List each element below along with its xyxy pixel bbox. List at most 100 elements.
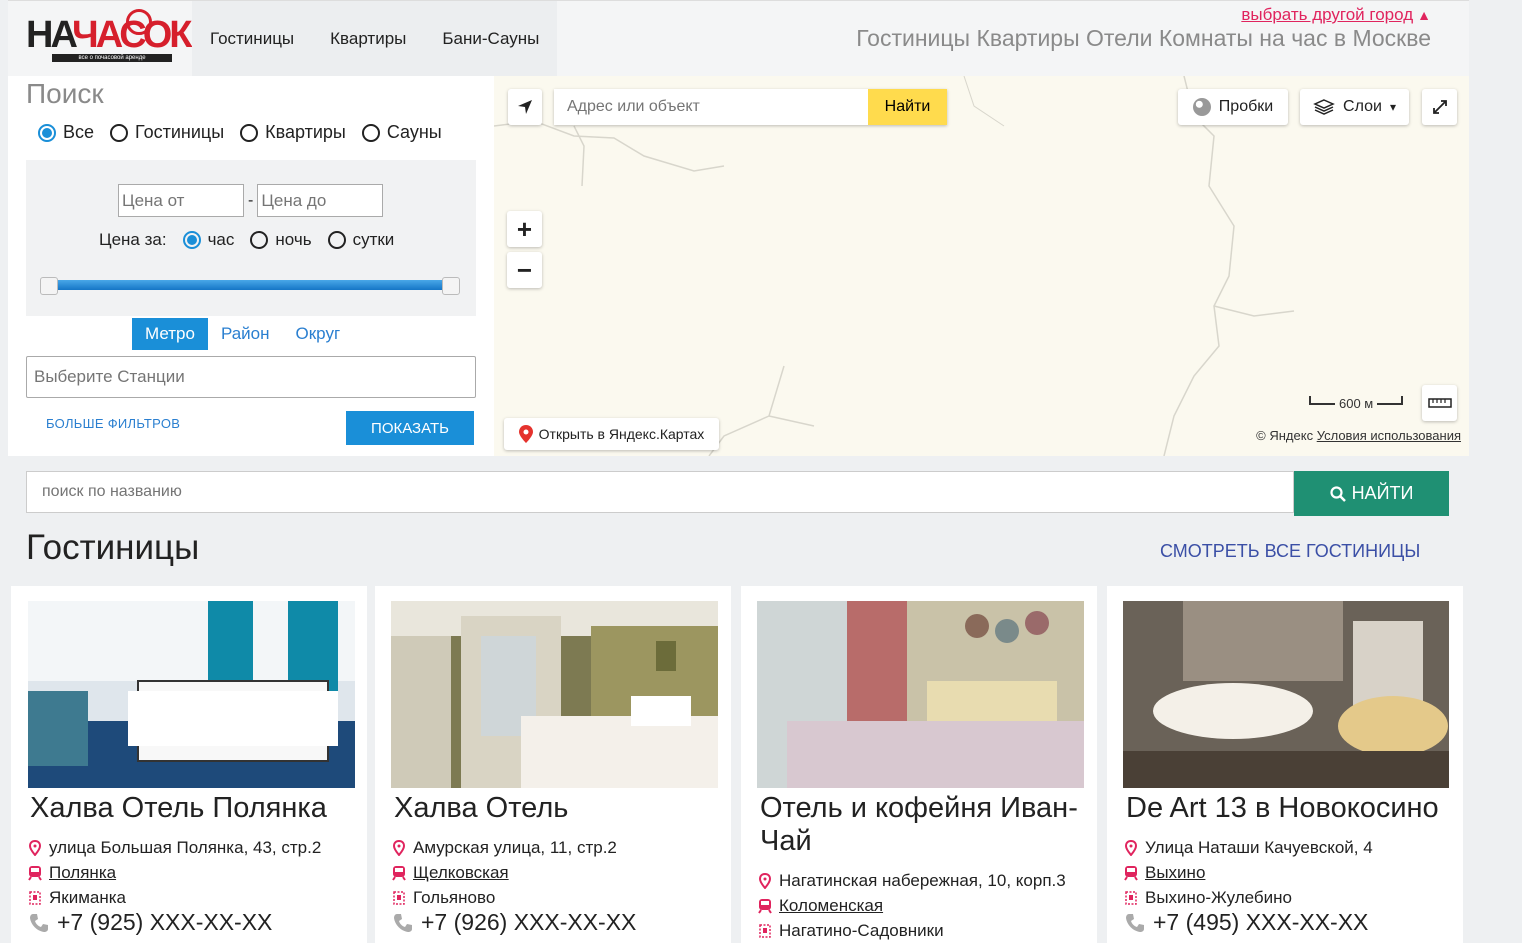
type-radio-saunas[interactable]: Сауны [361,122,442,143]
hotel-photo-image [391,601,718,788]
zoom-out-button[interactable]: − [507,252,542,288]
name-search-input[interactable] [26,471,1294,513]
phone-icon [1126,913,1144,932]
ruler-button[interactable] [1422,385,1457,421]
price-slider[interactable] [40,277,460,295]
slider-handle-min[interactable] [40,277,58,295]
map-find-button[interactable]: Найти [868,89,947,125]
district-icon [1125,891,1137,905]
hotel-name[interactable]: Халва Отель [394,792,724,825]
geolocation-button[interactable] [508,89,542,125]
hotel-metro-link[interactable]: Коломенская [779,896,883,916]
navigation-arrow-icon [518,100,532,114]
station-select[interactable] [26,356,476,398]
expand-icon [1432,100,1447,114]
more-filters-link[interactable]: БОЛЬШЕ ФИЛЬТРОВ [46,416,180,431]
hotel-phone[interactable]: +7 (926) XXX-XX-XX [392,909,636,936]
map-scale: 600 м [1309,396,1404,411]
hotel-photo[interactable] [391,601,718,788]
hotel-photo[interactable] [757,601,1084,788]
metro-train-icon [1124,866,1138,881]
per-radio-hour[interactable]: час [182,230,234,250]
alarm-clock-icon [126,9,152,35]
price-to-input[interactable] [257,184,384,217]
hotel-phone-text[interactable]: +7 (925) XXX-XX-XX [57,909,272,936]
scale-bar-right [1377,396,1404,405]
hotel-district-text: Гольяново [413,888,496,907]
terms-link[interactable]: Условия использования [1317,428,1461,443]
hotel-name[interactable]: Отель и кофейня Иван-Чай [760,792,1090,858]
tab-district[interactable]: Район [208,318,283,350]
price-dash: - [248,191,254,209]
nav-item-apartments[interactable]: Квартиры [312,1,424,77]
hotel-photo[interactable] [28,601,355,788]
open-in-yandex-button[interactable]: Открыть в Яндекс.Картах [504,418,719,450]
hotel-district-text: Выхино-Жулебино [1145,888,1292,907]
type-filter: Все Гостиницы Квартиры Сауны [38,122,442,143]
traffic-button[interactable]: Пробки [1178,89,1288,125]
site-logo[interactable]: НАЧАСОК все о почасовой аренде [26,9,192,62]
hotel-metro-link[interactable]: Выхино [1145,863,1205,883]
plus-icon: + [516,213,533,244]
map-address-input[interactable] [554,89,868,125]
radio-dot [250,231,269,249]
search-icon [1329,485,1346,502]
district-icon [29,891,41,905]
change-city-label: выбрать другой город [1241,5,1414,24]
map[interactable]: Найти Пробки Слои ▾ + − 600 м Открыть в … [494,76,1469,456]
hotel-address: Амурская улица, 11, стр.2 [392,838,617,858]
show-button[interactable]: ПОКАЗАТЬ [346,411,474,445]
price-from-input[interactable] [118,184,244,217]
radio-dot [38,123,56,142]
zoom-in-button[interactable]: + [507,211,542,247]
change-city-link[interactable]: выбрать другой город ▲ [1241,5,1431,25]
hotel-name[interactable]: Халва Отель Полянка [30,792,360,825]
hotel-address: улица Большая Полянка, 43, стр.2 [28,838,321,858]
hotel-phone-text[interactable]: +7 (926) XXX-XX-XX [421,909,636,936]
hotel-district: Нагатино-Садовники [758,921,944,941]
hotel-card[interactable]: Халва Отель Амурская улица, 11, стр.2 Ще… [375,586,731,943]
hotel-photo-image [757,601,1084,788]
hotel-district: Выхино-Жулебино [1124,888,1292,908]
location-pin-icon [392,840,406,856]
location-pin-icon [1124,840,1138,856]
hotel-card[interactable]: Халва Отель Полянка улица Большая Полянк… [11,586,367,943]
slider-handle-max[interactable] [442,277,460,295]
layers-button[interactable]: Слои ▾ [1300,89,1409,125]
per-radio-day[interactable]: сутки [327,230,395,250]
hotel-phone-text[interactable]: +7 (495) XXX-XX-XX [1153,909,1368,936]
layers-icon [1313,99,1335,115]
radio-dot [327,231,346,249]
hotel-photo-image [1123,601,1449,788]
hotel-card[interactable]: De Art 13 в Новокосино Улица Наташи Качу… [1107,586,1463,943]
hotel-phone[interactable]: +7 (495) XXX-XX-XX [1124,909,1368,936]
hotel-district-text: Нагатино-Садовники [779,921,944,940]
name-search-bar: НАЙТИ [8,456,1469,526]
type-label-saunas: Сауны [386,122,442,142]
metro-train-icon [28,866,42,881]
per-radio-night[interactable]: ночь [250,230,312,250]
hotel-card[interactable]: Отель и кофейня Иван-Чай Нагатинская наб… [741,586,1097,943]
name-search-button[interactable]: НАЙТИ [1294,471,1449,516]
ruler-icon [1427,398,1452,408]
location-pin-icon [758,873,772,889]
hotel-metro-link[interactable]: Щелковская [413,863,509,883]
tab-okrug[interactable]: Округ [283,318,354,350]
per-label-day: сутки [352,230,395,249]
traffic-icon [1192,98,1211,116]
hotel-name[interactable]: De Art 13 в Новокосино [1126,792,1456,825]
type-radio-hotels[interactable]: Гостиницы [110,122,224,143]
nav-item-hotels[interactable]: Гостиницы [192,1,312,77]
hotel-metro-link[interactable]: Полянка [49,863,116,883]
tab-metro[interactable]: Метро [132,318,208,350]
nav-item-saunas[interactable]: Бани-Сауны [424,1,557,77]
type-radio-apartments[interactable]: Квартиры [240,122,346,143]
fullscreen-button[interactable] [1422,89,1457,125]
hotel-photo[interactable] [1123,601,1449,788]
see-all-hotels-link[interactable]: СМОТРЕТЬ ВСЕ ГОСТИНИЦЫ [1160,541,1420,562]
hotel-phone[interactable]: +7 (925) XXX-XX-XX [28,909,272,936]
minus-icon: − [516,254,533,285]
type-radio-all[interactable]: Все [38,122,94,143]
section-title: Гостиницы [26,528,200,567]
search-panel: Поиск Все Гостиницы Квартиры Сауны - Цен… [8,76,494,456]
